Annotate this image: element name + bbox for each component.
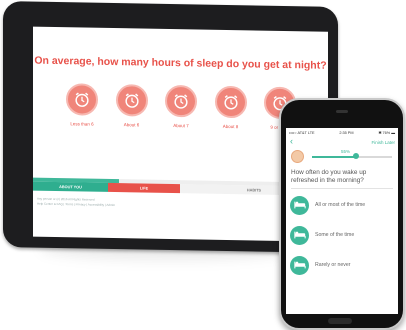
home-button[interactable]	[328, 318, 352, 324]
answer-some-of-the-time[interactable]: Some of the time	[290, 222, 394, 248]
answer-list: All or most of the time Some of the time…	[290, 192, 394, 282]
option-label: About 6	[123, 122, 140, 128]
status-bar: ••••○ AT&T LTE 2:35 PM ✱ 76% ▬	[286, 128, 398, 137]
tablet-footer: Any person or (c) 2016 All Rights Reserv…	[37, 197, 115, 207]
tab-about-you[interactable]: ABOUT YOU	[33, 181, 108, 192]
progress-track	[312, 156, 392, 158]
progress-fill	[312, 156, 356, 158]
progress-knob	[353, 153, 359, 159]
option-about-6[interactable]: About 6	[111, 84, 153, 128]
sleep-options: Less than 6 About 6 About 7 About 8 9 or	[61, 83, 301, 130]
answer-all-or-most[interactable]: All or most of the time	[290, 192, 394, 218]
sleep-question: On average, how many hours of sleep do y…	[34, 54, 327, 72]
phone-device: ••••○ AT&T LTE 2:35 PM ✱ 76% ▬ ‹ Finish …	[279, 98, 405, 330]
wake-question: How often do you wake up refreshed in th…	[291, 169, 367, 184]
back-chevron-icon[interactable]: ‹	[290, 137, 293, 146]
divider	[291, 188, 393, 189]
option-label: Less than 6	[70, 121, 94, 127]
alarm-clock-icon	[66, 83, 98, 116]
alarm-clock-icon	[165, 84, 197, 118]
answer-rarely-or-never[interactable]: Rarely or never	[290, 252, 394, 278]
avatar	[291, 150, 304, 163]
progress-percent: 55%	[341, 149, 351, 154]
answer-label: Rarely or never	[315, 262, 351, 268]
status-time: 2:35 PM	[339, 130, 354, 135]
phone-speaker	[336, 110, 348, 113]
bed-icon	[290, 195, 309, 215]
answer-label: All or most of the time	[315, 202, 366, 208]
option-about-8[interactable]: About 8	[210, 85, 252, 130]
alarm-clock-icon	[115, 84, 148, 117]
tab-life[interactable]: LIFE	[108, 182, 180, 194]
bed-icon	[290, 225, 309, 245]
option-label: About 8	[222, 123, 239, 130]
finish-later-link[interactable]: Finish Later	[371, 140, 395, 145]
bed-icon	[290, 255, 309, 275]
option-less-than-6[interactable]: Less than 6	[61, 83, 103, 127]
footer-links[interactable]: Help Center & FAQ | Terms | Privacy | Ac…	[37, 201, 115, 207]
option-label: About 7	[173, 123, 189, 129]
battery-status: ✱ 76% ▬	[378, 131, 395, 135]
alarm-clock-icon	[214, 85, 247, 119]
carrier-signal: ••••○ AT&T LTE	[289, 130, 315, 135]
answer-label: Some of the time	[315, 232, 355, 238]
option-about-7[interactable]: About 7	[160, 84, 202, 129]
phone-screen: ••••○ AT&T LTE 2:35 PM ✱ 76% ▬ ‹ Finish …	[286, 128, 398, 314]
